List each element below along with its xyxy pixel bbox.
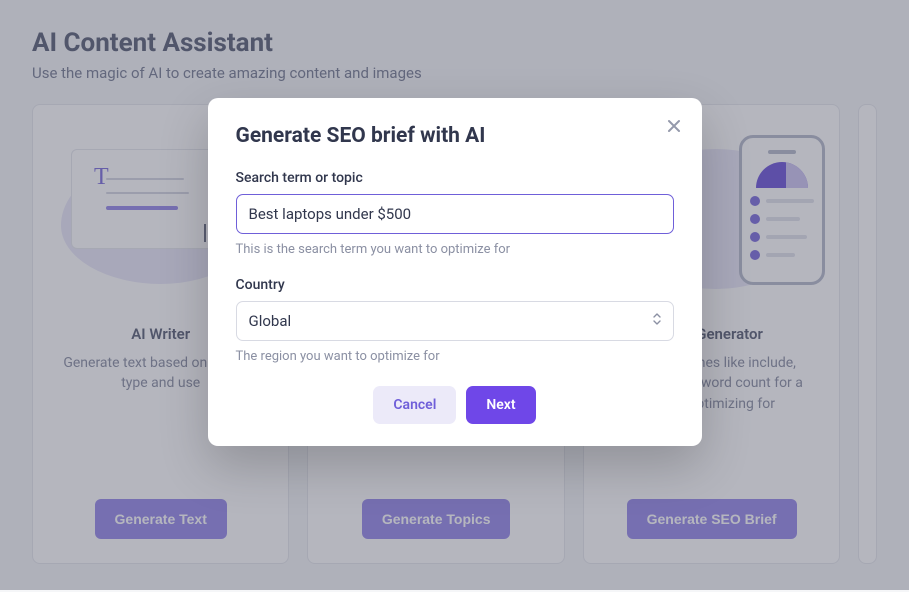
search-term-hint: This is the search term you want to opti… [236,242,674,257]
cancel-button[interactable]: Cancel [373,386,456,424]
seo-brief-modal: Generate SEO brief with AI Search term o… [208,98,702,446]
close-icon [666,118,682,134]
search-term-label: Search term or topic [236,170,674,186]
modal-actions: Cancel Next [236,386,674,424]
country-label: Country [236,277,674,293]
country-hint: The region you want to optimize for [236,349,674,364]
country-select[interactable]: Global [236,301,674,341]
modal-overlay[interactable]: Generate SEO brief with AI Search term o… [0,0,909,590]
modal-title: Generate SEO brief with AI [236,124,674,148]
search-term-input[interactable] [236,194,674,234]
next-button[interactable]: Next [466,386,535,424]
close-button[interactable] [662,114,686,138]
